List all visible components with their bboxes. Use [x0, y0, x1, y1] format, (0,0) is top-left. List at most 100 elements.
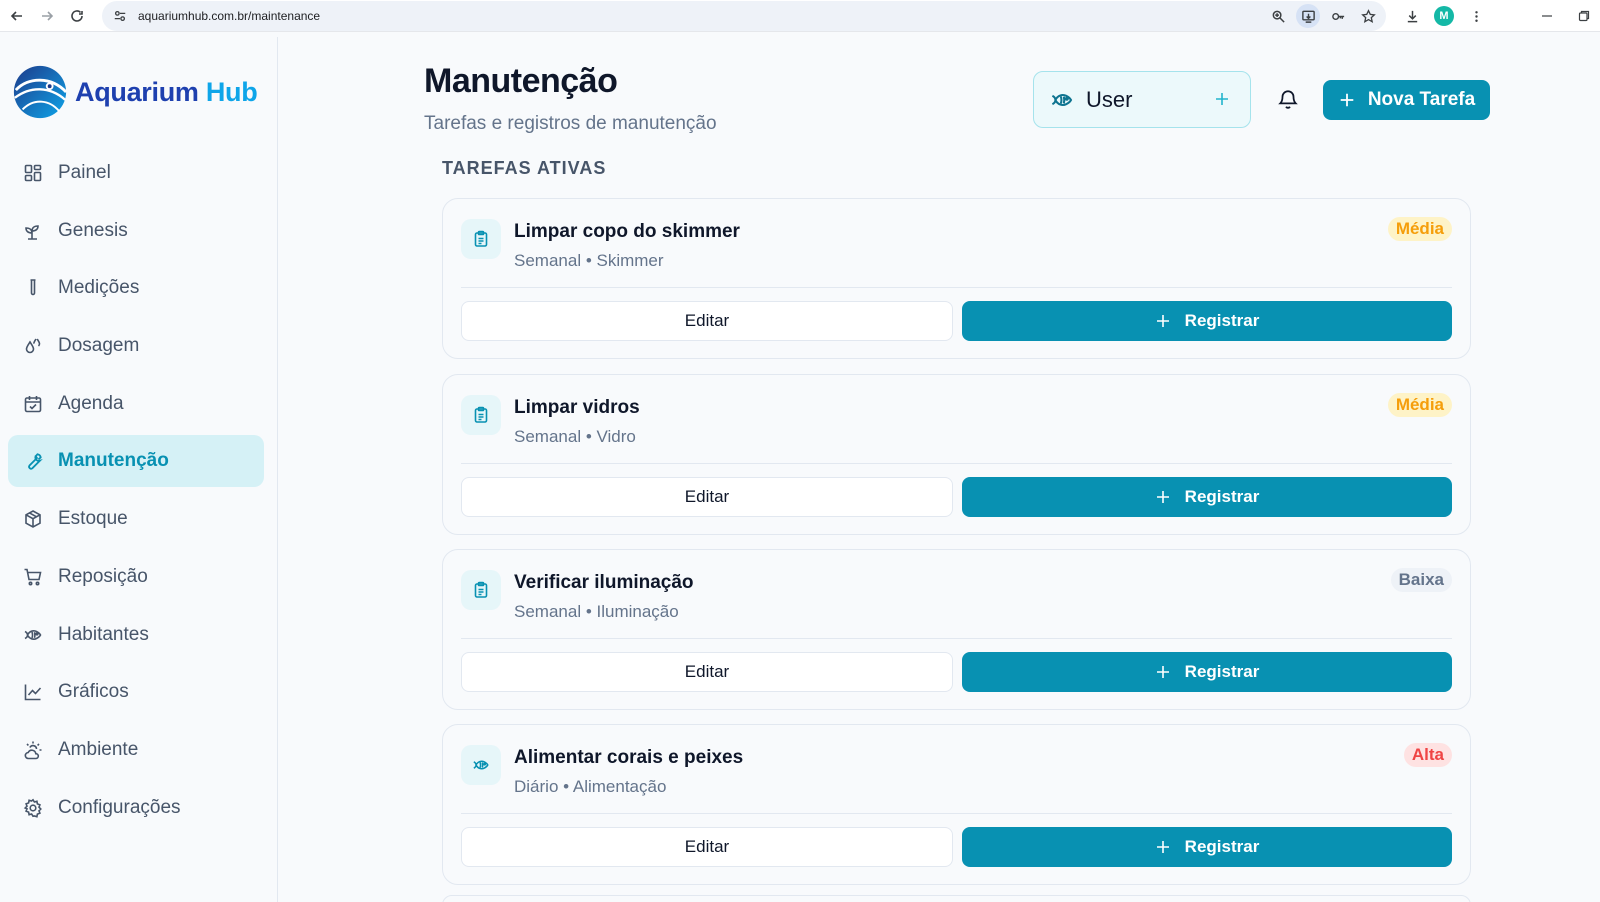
password-key-icon[interactable]: [1326, 4, 1350, 28]
task-title: Limpar vidros: [514, 397, 640, 418]
task-meta: Semanal • Skimmer: [514, 251, 664, 270]
wrench-icon: [22, 450, 44, 472]
edit-button[interactable]: Editar: [461, 477, 953, 517]
task-card-partial: [442, 895, 1471, 902]
new-task-label: Nova Tarefa: [1367, 89, 1476, 110]
test-tube-icon: [22, 277, 44, 299]
clipboard-icon: [461, 219, 501, 259]
sidebar-item-label: Dosagem: [58, 335, 140, 357]
register-button[interactable]: Registrar: [962, 301, 1452, 341]
section-title-active-tasks: TAREFAS ATIVAS: [442, 158, 607, 178]
url-text[interactable]: aquariumhub.com.br/maintenance: [138, 9, 320, 23]
sidebar-item-label: Estoque: [58, 508, 128, 530]
edit-button[interactable]: Editar: [461, 652, 953, 692]
clipboard-icon: [461, 570, 501, 610]
reload-icon[interactable]: [62, 1, 92, 31]
cart-icon: [22, 566, 44, 588]
priority-badge: Média: [1387, 393, 1452, 417]
sidebar-item-label: Medições: [58, 277, 140, 299]
site-settings-icon[interactable]: [108, 4, 132, 28]
plus-icon: [1340, 93, 1354, 107]
task-card: Alimentar corais e peixes Diário • Alime…: [442, 724, 1471, 885]
task-title: Limpar copo do skimmer: [514, 221, 740, 242]
sidebar-item-manutencao[interactable]: Manutenção: [8, 435, 264, 488]
sidebar-item-painel[interactable]: Painel: [8, 147, 264, 199]
new-task-button[interactable]: Nova Tarefa: [1323, 80, 1490, 120]
gear-icon: [22, 797, 44, 819]
calendar-icon: [22, 393, 44, 415]
restore-icon[interactable]: [1572, 4, 1596, 28]
zoom-icon[interactable]: [1266, 4, 1290, 28]
edit-button[interactable]: Editar: [461, 827, 953, 867]
register-button[interactable]: Registrar: [962, 477, 1452, 517]
register-button[interactable]: Registrar: [962, 652, 1452, 692]
minimize-icon[interactable]: [1535, 4, 1559, 28]
bookmark-star-icon[interactable]: [1356, 4, 1380, 28]
plus-icon[interactable]: [1212, 89, 1232, 109]
droplets-icon: [22, 335, 44, 357]
sidebar-item-label: Genesis: [58, 219, 128, 241]
task-meta: Semanal • Iluminação: [514, 602, 679, 621]
task-card: Limpar copo do skimmer Semanal • Skimmer…: [442, 198, 1471, 359]
priority-badge: Baixa: [1390, 568, 1452, 592]
brand-name: Aquarium Hub: [75, 76, 258, 107]
sidebar-item-graficos[interactable]: Gráficos: [8, 666, 264, 718]
sidebar-item-label: Manutenção: [58, 450, 169, 472]
browser-toolbar: aquariumhub.com.br/maintenance M: [0, 0, 1600, 32]
edit-button[interactable]: Editar: [461, 301, 953, 341]
priority-badge: Média: [1387, 217, 1452, 241]
task-title: Verificar iluminação: [514, 572, 694, 593]
sidebar-item-label: Habitantes: [58, 623, 149, 645]
sidebar-item-label: Painel: [58, 162, 111, 183]
install-app-icon[interactable]: [1296, 4, 1320, 28]
sidebar-item-label: Ambiente: [58, 738, 139, 760]
sidebar-item-label: Gráficos: [58, 681, 129, 703]
sidebar-item-estoque[interactable]: Estoque: [8, 493, 264, 545]
register-label: Registrar: [1184, 487, 1260, 506]
aquarium-globe-logo-icon: [13, 65, 68, 119]
sidebar-item-reposicao[interactable]: Reposição: [8, 551, 264, 603]
sidebar-item-label: Reposição: [58, 565, 148, 587]
register-label: Registrar: [1184, 311, 1260, 330]
page-title: Manutenção: [424, 62, 618, 100]
sidebar: Aquarium Hub Painel Genesis Medições Dos…: [0, 37, 278, 902]
register-button[interactable]: Registrar: [962, 827, 1452, 867]
sidebar-item-configuracoes[interactable]: Configurações: [8, 782, 264, 834]
plus-icon: [1156, 491, 1169, 503]
plus-icon: [1156, 841, 1169, 853]
notifications-bell-icon[interactable]: [1277, 88, 1299, 110]
sidebar-item-medicoes[interactable]: Medições: [8, 262, 264, 314]
sidebar-item-dosagem[interactable]: Dosagem: [8, 320, 264, 372]
user-label: User: [1086, 86, 1133, 112]
forward-icon[interactable]: [32, 1, 62, 31]
address-bar[interactable]: aquariumhub.com.br/maintenance: [102, 1, 1386, 31]
sidebar-item-habitantes[interactable]: Habitantes: [8, 609, 264, 661]
sprout-icon: [22, 220, 44, 242]
fish-icon: [461, 745, 501, 785]
fish-icon: [22, 624, 44, 646]
browser-menu-icon[interactable]: [1464, 4, 1488, 28]
sidebar-item-agenda[interactable]: Agenda: [8, 378, 264, 430]
profile-avatar[interactable]: M: [1434, 6, 1454, 26]
clipboard-icon: [461, 395, 501, 435]
task-card: Limpar vidros Semanal • Vidro Média Edit…: [442, 374, 1471, 535]
sidebar-item-genesis[interactable]: Genesis: [8, 205, 264, 257]
sidebar-item-label: Agenda: [58, 392, 124, 414]
divider: [461, 638, 1452, 639]
sidebar-nav: Painel Genesis Medições Dosagem Agenda M…: [8, 147, 264, 839]
package-icon: [22, 508, 44, 530]
sidebar-item-ambiente[interactable]: Ambiente: [8, 724, 264, 776]
divider: [461, 813, 1452, 814]
priority-badge: Alta: [1403, 743, 1452, 767]
task-card: Verificar iluminação Semanal • Iluminaçã…: [442, 549, 1471, 710]
divider: [461, 287, 1452, 288]
brand-logo-link[interactable]: Aquarium Hub: [11, 63, 258, 121]
back-icon[interactable]: [2, 1, 32, 31]
downloads-icon[interactable]: [1400, 4, 1424, 28]
task-title: Alimentar corais e peixes: [514, 747, 744, 768]
task-meta: Semanal • Vidro: [514, 427, 636, 446]
user-selector-button[interactable]: User: [1033, 71, 1251, 128]
line-chart-icon: [22, 681, 44, 703]
page-subtitle: Tarefas e registros de manutenção: [424, 113, 717, 134]
weather-icon: [22, 739, 44, 761]
